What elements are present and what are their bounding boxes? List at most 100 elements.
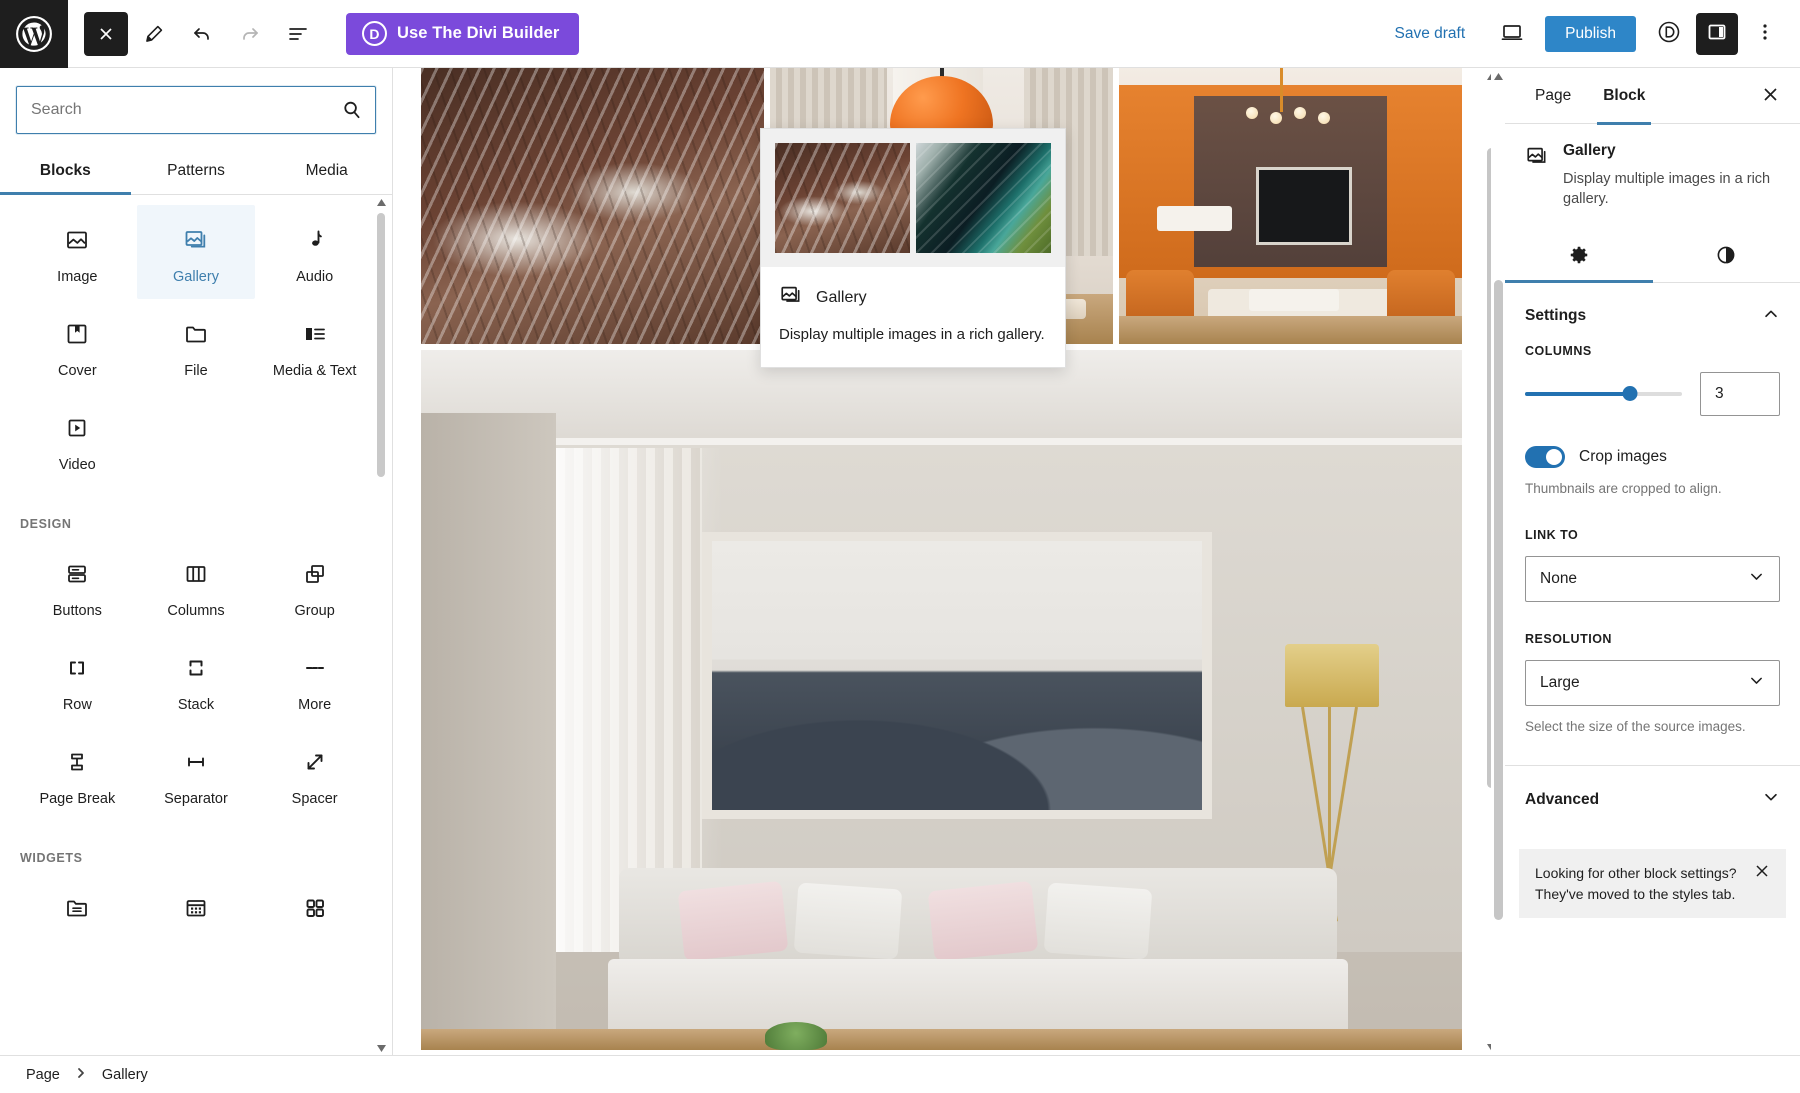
breadcrumb-item-gallery[interactable]: Gallery bbox=[98, 1065, 152, 1085]
block-item-audio[interactable]: Audio bbox=[255, 205, 374, 299]
block-item-label: Audio bbox=[296, 269, 334, 285]
block-item-label: Separator bbox=[164, 791, 228, 807]
block-item-calendar[interactable] bbox=[137, 873, 256, 951]
block-item-archives[interactable] bbox=[18, 873, 137, 951]
toggle-knob bbox=[1546, 448, 1562, 465]
cover-icon bbox=[64, 317, 90, 351]
block-item-gallery[interactable]: Gallery bbox=[136, 205, 256, 299]
block-item-video[interactable]: Video bbox=[18, 393, 137, 487]
preview-description: Display multiple images in a rich galler… bbox=[779, 326, 1045, 343]
resolution-select[interactable]: Large bbox=[1525, 660, 1780, 707]
settings-scrollbar-thumb[interactable] bbox=[1494, 280, 1503, 920]
selected-block-name: Gallery bbox=[1563, 142, 1616, 159]
block-item-stack[interactable]: Stack bbox=[137, 633, 256, 727]
settings-scrollbar[interactable] bbox=[1491, 68, 1505, 1055]
link-to-select[interactable]: None bbox=[1525, 556, 1780, 603]
undo-button[interactable] bbox=[180, 12, 224, 56]
crop-images-label: Crop images bbox=[1579, 447, 1667, 465]
group-icon bbox=[302, 557, 328, 591]
block-item-cover[interactable]: Cover bbox=[18, 299, 137, 393]
tab-settings-gear[interactable] bbox=[1505, 232, 1653, 283]
chevron-down-icon bbox=[1748, 672, 1765, 694]
block-item-file[interactable]: File bbox=[137, 299, 256, 393]
dismiss-notice-button[interactable] bbox=[1754, 863, 1770, 881]
block-item-label: Stack bbox=[177, 697, 215, 713]
block-item-media-text[interactable]: Media & Text bbox=[255, 299, 374, 393]
preview-device-button[interactable] bbox=[1491, 13, 1533, 55]
satellite-coast-thumb bbox=[916, 143, 1051, 253]
inserter-scrollbar-thumb[interactable] bbox=[377, 213, 385, 477]
block-item-more[interactable]: More bbox=[255, 633, 374, 727]
preview-title-row: Gallery bbox=[779, 283, 1047, 312]
block-item-label: More bbox=[298, 697, 332, 713]
tab-page[interactable]: Page bbox=[1519, 68, 1587, 124]
block-item-label: Group bbox=[294, 603, 335, 619]
save-draft-button[interactable]: Save draft bbox=[1383, 17, 1478, 51]
block-item-group[interactable]: Group bbox=[255, 539, 374, 633]
divi-toggle-button[interactable] bbox=[1648, 13, 1690, 55]
gallery-image-1[interactable] bbox=[421, 68, 764, 344]
columns-number-input[interactable]: 3 bbox=[1700, 371, 1780, 416]
tab-blocks[interactable]: Blocks bbox=[0, 146, 131, 195]
pencil-edit-icon bbox=[143, 23, 165, 45]
chevron-up-icon[interactable] bbox=[1762, 305, 1780, 328]
more-options-vertical-dots-icon bbox=[1754, 21, 1776, 46]
editor-canvas[interactable]: Gallery Display multiple images in a ric… bbox=[393, 68, 1504, 1055]
use-divi-builder-button[interactable]: D Use The Divi Builder bbox=[346, 12, 580, 55]
block-item-spacer[interactable]: Spacer bbox=[255, 727, 374, 821]
image-icon bbox=[64, 223, 90, 257]
redo-arrow-icon bbox=[238, 22, 262, 46]
inserter-scrollbar[interactable] bbox=[374, 195, 388, 1055]
block-item-categories[interactable] bbox=[255, 873, 374, 951]
block-item-label: Buttons bbox=[52, 603, 102, 619]
columns-slider[interactable] bbox=[1525, 385, 1682, 403]
settings-mode-tabs bbox=[1505, 232, 1800, 283]
search-input[interactable] bbox=[17, 101, 341, 119]
close-sidebar-button[interactable] bbox=[1752, 78, 1788, 114]
columns-label: COLUMNS bbox=[1525, 343, 1592, 358]
search-box[interactable] bbox=[16, 86, 376, 134]
more-options-button[interactable] bbox=[1744, 13, 1786, 55]
block-item-image[interactable]: Image bbox=[18, 205, 137, 299]
block-item-label: File bbox=[184, 363, 208, 379]
block-item-row[interactable]: Row bbox=[18, 633, 137, 727]
edit-mode-button[interactable] bbox=[132, 12, 176, 56]
wordpress-logo-icon[interactable] bbox=[0, 0, 68, 68]
notice-text: Looking for other block settings? They'v… bbox=[1535, 863, 1744, 904]
block-item-separator[interactable]: Separator bbox=[137, 727, 256, 821]
document-overview-button[interactable] bbox=[276, 12, 320, 56]
stack-icon bbox=[183, 651, 209, 685]
styles-moved-notice: Looking for other block settings? They'v… bbox=[1519, 849, 1786, 918]
redo-button[interactable] bbox=[228, 12, 272, 56]
scroll-up-arrow-icon[interactable] bbox=[1491, 68, 1505, 84]
scroll-up-arrow-icon[interactable] bbox=[374, 195, 388, 209]
block-item-buttons[interactable]: Buttons bbox=[18, 539, 137, 633]
advanced-section-header[interactable]: Advanced bbox=[1525, 766, 1780, 827]
breadcrumb: Page Gallery bbox=[0, 1055, 1800, 1093]
chevron-down-icon[interactable] bbox=[1762, 788, 1780, 811]
crop-images-row: Crop images bbox=[1525, 445, 1780, 468]
tab-styles[interactable] bbox=[1653, 232, 1800, 282]
block-grid-media: Image Gallery Audio Cover File Media & T… bbox=[18, 205, 374, 487]
settings-sidebar-toggle-button[interactable] bbox=[1696, 12, 1738, 55]
scroll-down-arrow-icon[interactable] bbox=[374, 1041, 388, 1055]
tab-block[interactable]: Block bbox=[1587, 68, 1661, 125]
slider-knob[interactable] bbox=[1622, 386, 1638, 402]
gallery-image-4[interactable] bbox=[421, 350, 1462, 1050]
crop-images-toggle[interactable] bbox=[1525, 445, 1565, 468]
tab-media[interactable]: Media bbox=[261, 146, 392, 194]
block-item-columns[interactable]: Columns bbox=[137, 539, 256, 633]
publish-button[interactable]: Publish bbox=[1545, 15, 1636, 52]
close-editor-button[interactable] bbox=[84, 11, 128, 56]
block-item-page-break[interactable]: Page Break bbox=[18, 727, 137, 821]
file-folder-icon bbox=[183, 317, 209, 351]
tab-patterns[interactable]: Patterns bbox=[131, 146, 262, 194]
close-x-icon bbox=[1754, 865, 1770, 882]
settings-section-header[interactable]: Settings bbox=[1525, 283, 1780, 344]
gallery-image-3[interactable] bbox=[1119, 68, 1462, 344]
archives-folder-icon bbox=[64, 891, 90, 925]
block-item-label: Spacer bbox=[291, 791, 338, 807]
search-icon bbox=[341, 99, 375, 121]
breadcrumb-item-page[interactable]: Page bbox=[22, 1065, 64, 1085]
gallery-icon bbox=[1525, 142, 1549, 210]
